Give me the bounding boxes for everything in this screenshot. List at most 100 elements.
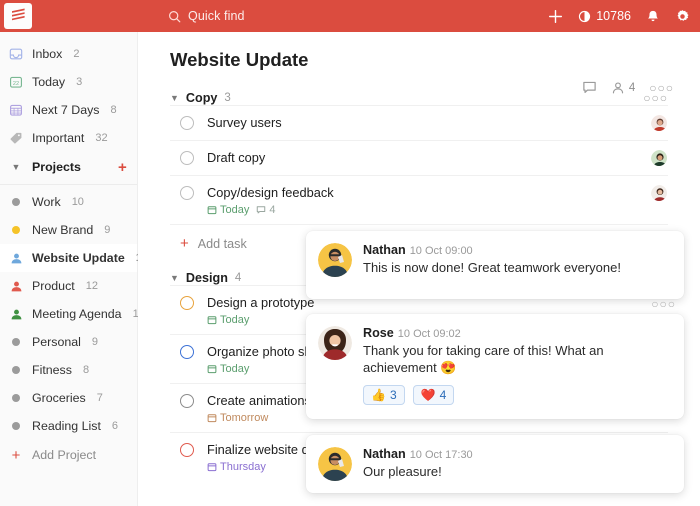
due-date-chip[interactable]: Today bbox=[207, 314, 249, 326]
task-checkbox[interactable] bbox=[180, 443, 194, 457]
todoist-logo[interactable] bbox=[4, 3, 32, 29]
task-checkbox[interactable] bbox=[180, 116, 194, 130]
calendar-icon bbox=[207, 315, 217, 325]
sidebar-item-product[interactable]: Product 12 bbox=[0, 272, 137, 300]
avatar[interactable] bbox=[318, 447, 352, 481]
sidebar-projects-header[interactable]: ▼ Projects + bbox=[0, 152, 137, 182]
sidebar-item-count: 3 bbox=[76, 76, 82, 88]
avatar[interactable] bbox=[650, 114, 668, 132]
sidebar-item-reading-list[interactable]: Reading List 6 bbox=[0, 412, 137, 440]
sidebar-item-count: 6 bbox=[112, 420, 118, 432]
project-dot-icon bbox=[8, 222, 24, 238]
comment-card[interactable]: Nathan10 Oct 17:30 Our pleasure! bbox=[306, 435, 684, 493]
comment-time: 10 Oct 17:30 bbox=[410, 449, 473, 461]
comment-time: 10 Oct 09:02 bbox=[398, 328, 461, 340]
sidebar-item-label: Inbox bbox=[32, 47, 62, 61]
projects-label: Projects bbox=[32, 160, 81, 174]
project-dot-icon bbox=[8, 390, 24, 406]
sidebar-item-important[interactable]: Important 32 bbox=[0, 124, 137, 152]
karma-counter[interactable]: 10786 bbox=[578, 9, 631, 23]
sidebar-item-today[interactable]: 22 Today 3 bbox=[0, 68, 137, 96]
comment-card[interactable]: Rose10 Oct 09:02 Thank you for taking ca… bbox=[306, 314, 684, 419]
add-project-label: Add Project bbox=[32, 448, 96, 462]
sidebar-item-work[interactable]: Work 10 bbox=[0, 188, 137, 216]
due-date-chip[interactable]: Today bbox=[207, 204, 249, 216]
due-date-chip[interactable]: Tomorrow bbox=[207, 412, 268, 424]
task-title: Create animations bbox=[207, 393, 311, 408]
avatar[interactable] bbox=[650, 184, 668, 202]
logo-glyph bbox=[10, 8, 27, 25]
reaction-chip[interactable]: 👍 3 bbox=[363, 385, 405, 405]
top-bar-actions: 10786 bbox=[548, 0, 690, 32]
comment-count: 4 bbox=[269, 204, 275, 216]
task-checkbox[interactable] bbox=[180, 394, 194, 408]
comment-card[interactable]: Nathan10 Oct 09:00 This is now done! Gre… bbox=[306, 231, 684, 299]
section-count: 4 bbox=[235, 272, 241, 284]
comment-header: Rose10 Oct 09:02 bbox=[363, 326, 663, 340]
sidebar-item-label: Groceries bbox=[32, 391, 86, 405]
comment-header: Nathan10 Oct 17:30 bbox=[363, 447, 663, 461]
due-date-chip[interactable]: Today bbox=[207, 363, 249, 375]
karma-value: 10786 bbox=[596, 9, 631, 23]
task-checkbox[interactable] bbox=[180, 186, 194, 200]
due-date-label: Today bbox=[220, 363, 249, 375]
sidebar-item-count: 8 bbox=[83, 364, 89, 376]
more-options-icon[interactable]: ○○○ bbox=[651, 297, 676, 311]
gear-icon[interactable] bbox=[675, 9, 690, 24]
comment-body: Nathan10 Oct 09:00 This is now done! Gre… bbox=[363, 243, 663, 287]
sidebar-item-label: Reading List bbox=[32, 419, 101, 433]
shared-project-icon bbox=[8, 278, 24, 294]
avatar[interactable] bbox=[650, 149, 668, 167]
chevron-down-icon: ▼ bbox=[8, 162, 24, 172]
section-name: Copy bbox=[186, 91, 217, 105]
sidebar-item-inbox[interactable]: Inbox 2 bbox=[0, 40, 137, 68]
task-body: Survey users bbox=[207, 115, 282, 130]
due-date-chip[interactable]: Thursday bbox=[207, 461, 266, 473]
chevron-down-icon: ▼ bbox=[170, 273, 179, 283]
reaction-count: 3 bbox=[390, 388, 397, 402]
comment-text: This is now done! Great teamwork everyon… bbox=[363, 259, 663, 276]
sidebar-item-meeting-agenda[interactable]: Meeting Agenda 18 bbox=[0, 300, 137, 328]
task-row[interactable]: Draft copy bbox=[170, 140, 668, 175]
sidebar-item-label: Fitness bbox=[32, 363, 72, 377]
task-checkbox[interactable] bbox=[180, 345, 194, 359]
task-checkbox[interactable] bbox=[180, 151, 194, 165]
sidebar-item-label: Product bbox=[32, 279, 75, 293]
task-row[interactable]: Survey users bbox=[170, 105, 668, 140]
plus-icon: + bbox=[180, 236, 189, 251]
sidebar-item-personal[interactable]: Personal 9 bbox=[0, 328, 137, 356]
tag-icon bbox=[8, 130, 24, 146]
calendar-icon bbox=[207, 413, 217, 423]
inbox-icon bbox=[8, 46, 24, 62]
sidebar-item-fitness[interactable]: Fitness 8 bbox=[0, 356, 137, 384]
sidebar-item-website-update[interactable]: Website Update 11 bbox=[0, 244, 137, 272]
sidebar-item-groceries[interactable]: Groceries 7 bbox=[0, 384, 137, 412]
due-date-label: Thursday bbox=[220, 461, 266, 473]
calendar-icon bbox=[207, 364, 217, 374]
sidebar-item-count: 32 bbox=[95, 132, 107, 144]
reaction-emoji: 👍 bbox=[371, 388, 386, 402]
add-project-plus-icon[interactable]: + bbox=[118, 160, 127, 175]
sidebar-item-new-brand[interactable]: New Brand 9 bbox=[0, 216, 137, 244]
task-body: Draft copy bbox=[207, 150, 265, 165]
task-checkbox[interactable] bbox=[180, 296, 194, 310]
sidebar-item-next-7-days[interactable]: Next 7 Days 8 bbox=[0, 96, 137, 124]
section-header-copy[interactable]: ▼ Copy 3 ○○○ bbox=[170, 91, 668, 105]
section-more-icon[interactable]: ○○○ bbox=[643, 91, 668, 105]
task-row[interactable]: Copy/design feedback Today 4 bbox=[170, 175, 668, 224]
comment-count-chip[interactable]: 4 bbox=[256, 204, 275, 216]
sidebar: Inbox 2 22 Today 3 bbox=[0, 32, 138, 506]
reaction-chip[interactable]: ❤️ 4 bbox=[413, 385, 455, 405]
quick-find-label: Quick find bbox=[188, 9, 245, 23]
page-title: Website Update bbox=[170, 32, 668, 71]
task-title: Design a prototype bbox=[207, 295, 314, 310]
avatar[interactable] bbox=[318, 243, 352, 277]
avatar[interactable] bbox=[318, 326, 352, 360]
task-title: Copy/design feedback bbox=[207, 185, 334, 200]
quick-find[interactable]: Quick find bbox=[168, 0, 245, 32]
add-project-button[interactable]: + Add Project bbox=[0, 440, 137, 470]
bell-icon[interactable] bbox=[646, 9, 660, 24]
sidebar-item-count: 12 bbox=[86, 280, 98, 292]
due-date-label: Today bbox=[220, 204, 249, 216]
add-icon[interactable] bbox=[548, 9, 563, 24]
